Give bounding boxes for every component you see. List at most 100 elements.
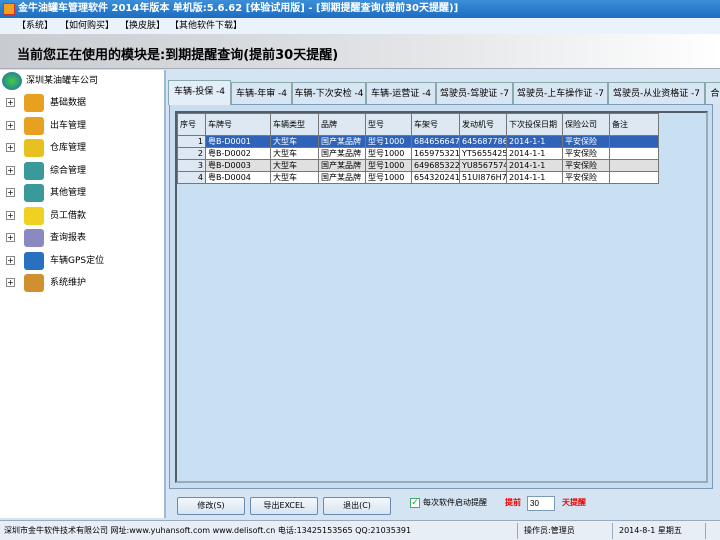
tab[interactable]: 车辆-下次安检 -4	[292, 82, 366, 104]
column-header[interactable]: 发动机号	[459, 113, 507, 136]
startup-reminder-checkbox[interactable]: ✓	[410, 498, 420, 508]
table-cell[interactable]: 粤B-D0003	[205, 159, 271, 172]
menu-change-skin[interactable]: 【换皮肤】	[120, 18, 165, 34]
table-cell[interactable]: 大型车	[270, 135, 319, 148]
table-cell[interactable]: 型号1000	[365, 135, 412, 148]
table-cell[interactable]: 型号1000	[365, 159, 412, 172]
status-company: 深圳市金牛软件技术有限公司 网址:www.yuhansoft.com www.d…	[4, 526, 412, 535]
advance-days-input[interactable]	[527, 496, 555, 511]
expand-icon[interactable]: +	[6, 120, 15, 130]
status-date: 2014-8-1 星期五	[619, 526, 682, 535]
truck-icon	[24, 94, 44, 112]
menu-how-to-buy[interactable]: 【如何购买】	[60, 18, 114, 34]
table-cell[interactable]	[609, 147, 659, 160]
tab[interactable]: 车辆-运营证 -4	[366, 82, 436, 104]
table-cell[interactable]: 平安保险	[562, 171, 610, 184]
nav-tree: 深圳某油罐车公司 + 基础数据 + 出车管理 + 仓库管理 + 综合管理 + 其他管理 + 员工借款 +…	[0, 70, 166, 518]
edit-button[interactable]: 修改(S)	[177, 497, 245, 515]
money-icon	[24, 206, 44, 225]
column-header[interactable]: 下次投保日期	[506, 113, 563, 136]
menu-other-software[interactable]: 【其他软件下载】	[170, 18, 242, 34]
table-cell[interactable]: 型号1000	[365, 171, 412, 184]
table-cell[interactable]: 1659753214	[411, 147, 460, 160]
status-bar: 深圳市金牛软件技术有限公司 网址:www.yuhansoft.com www.d…	[0, 520, 720, 540]
column-header[interactable]: 保险公司	[562, 113, 610, 136]
truck-icon	[24, 116, 44, 135]
table-cell[interactable]: 2014-1-1	[506, 159, 563, 172]
expand-icon[interactable]: +	[6, 278, 15, 287]
table-cell[interactable]: 6456877861	[459, 135, 507, 148]
tab[interactable]: 驾驶员-从业资格证 -7	[608, 82, 705, 104]
exit-button[interactable]: 退出(C)	[323, 497, 391, 515]
tab[interactable]: 车辆-年审 -4	[231, 82, 292, 104]
table-cell[interactable]: 大型车	[270, 159, 319, 172]
column-header[interactable]: 车牌号	[205, 113, 271, 136]
table-cell[interactable]	[609, 171, 659, 184]
module-banner: 当前您正在使用的模块是:到期提醒查询(提前30天提醒)	[0, 34, 720, 69]
table-cell[interactable]: 3	[177, 159, 206, 172]
expand-icon[interactable]: +	[6, 233, 15, 242]
column-header[interactable]: 车辆类型	[270, 113, 319, 136]
expand-icon[interactable]: +	[6, 143, 15, 152]
menu-system[interactable]: 【系统】	[17, 18, 53, 34]
table-cell[interactable]: 粤B-D0004	[205, 171, 271, 184]
table-cell[interactable]: 2014-1-1	[506, 135, 563, 148]
table-cell[interactable]: 型号1000	[365, 147, 412, 160]
column-header[interactable]: 备注	[609, 113, 659, 136]
table-row[interactable]: 3粤B-D0003大型车国产某品牌型号10006496853221YU85675…	[177, 159, 659, 172]
table-cell[interactable]: 6543202410	[411, 171, 460, 184]
export-excel-button[interactable]: 导出EXCEL	[250, 497, 318, 515]
column-header[interactable]: 型号	[365, 113, 412, 136]
table-cell[interactable]: YT56554255	[459, 147, 507, 160]
expand-icon[interactable]: +	[6, 188, 15, 197]
table-cell[interactable]: 平安保险	[562, 147, 610, 160]
table-cell[interactable]: 2014-1-1	[506, 147, 563, 160]
table-cell[interactable]: 大型车	[270, 171, 319, 184]
table-cell[interactable]: 国产某品牌	[318, 135, 366, 148]
expand-icon[interactable]: +	[6, 165, 15, 175]
expand-icon[interactable]: +	[6, 210, 15, 220]
table-cell[interactable]: 国产某品牌	[318, 159, 366, 172]
table-cell[interactable]: 平安保险	[562, 159, 610, 172]
startup-reminder-label: 每次软件启动提醒	[423, 498, 487, 507]
column-header[interactable]: 序号	[177, 113, 206, 136]
tab[interactable]: 合	[705, 82, 720, 104]
table-cell[interactable]: YU85675741	[459, 159, 507, 172]
tab-pane: 序号 车牌号 车辆类型 品牌 型号 车架号 发动机号 下次投保日期 保险公司 备注 1 粤B-D000…	[169, 104, 713, 489]
table-cell[interactable]: 6496853221	[411, 159, 460, 172]
tab[interactable]: 驾驶员-驾驶证 -7	[436, 82, 513, 104]
tools-icon	[24, 274, 44, 292]
table-cell[interactable]: 4	[177, 171, 206, 184]
table-cell[interactable]: 1	[177, 135, 206, 148]
table-cell[interactable]: 大型车	[270, 147, 319, 160]
advance-label: 提前	[505, 498, 521, 507]
gps-icon	[24, 251, 44, 270]
table-cell[interactable]: 国产某品牌	[318, 171, 366, 184]
expand-icon[interactable]: +	[6, 98, 15, 107]
table-cell[interactable]: 51UI876H77	[459, 171, 507, 184]
menu-bar: 【系统】 【如何购买】 【换皮肤】 【其他软件下载】	[0, 18, 720, 34]
globe-icon	[2, 72, 22, 90]
table-cell[interactable]: 6846566477	[411, 135, 460, 148]
table-cell[interactable]: 粤B-D0002	[205, 147, 271, 160]
table-cell[interactable]: 2	[177, 147, 206, 160]
table-cell[interactable]: 国产某品牌	[318, 147, 366, 160]
days-remind-label: 天提醒	[562, 498, 586, 507]
house-icon	[24, 139, 44, 157]
expand-icon[interactable]: +	[6, 255, 15, 265]
table-cell[interactable]	[609, 159, 659, 172]
table-cell[interactable]: 2014-1-1	[506, 171, 563, 184]
app-icon	[3, 3, 15, 15]
table-cell[interactable]	[609, 135, 659, 148]
table-cell[interactable]: 粤B-D0001	[205, 135, 271, 148]
column-header[interactable]: 车架号	[411, 113, 460, 136]
column-header[interactable]: 品牌	[318, 113, 366, 136]
table-cell[interactable]: 平安保险	[562, 135, 610, 148]
tab[interactable]: 驾驶员-上车操作证 -7	[513, 82, 608, 104]
data-grid: 序号 车牌号 车辆类型 品牌 型号 车架号 发动机号 下次投保日期 保险公司 备注 1 粤B-D000…	[175, 111, 708, 483]
tab[interactable]: 车辆-投保 -4	[168, 80, 231, 105]
table-row[interactable]: 2粤B-D0002大型车国产某品牌型号10001659753214YT56554…	[177, 147, 659, 160]
module-title: 当前您正在使用的模块是:到期提醒查询(提前30天提醒)	[17, 48, 339, 63]
table-row[interactable]: 4粤B-D0004大型车国产某品牌型号1000654320241051UI876…	[177, 171, 659, 184]
table-row[interactable]: 1粤B-D0001大型车国产某品牌型号100068465664776456877…	[177, 135, 659, 148]
